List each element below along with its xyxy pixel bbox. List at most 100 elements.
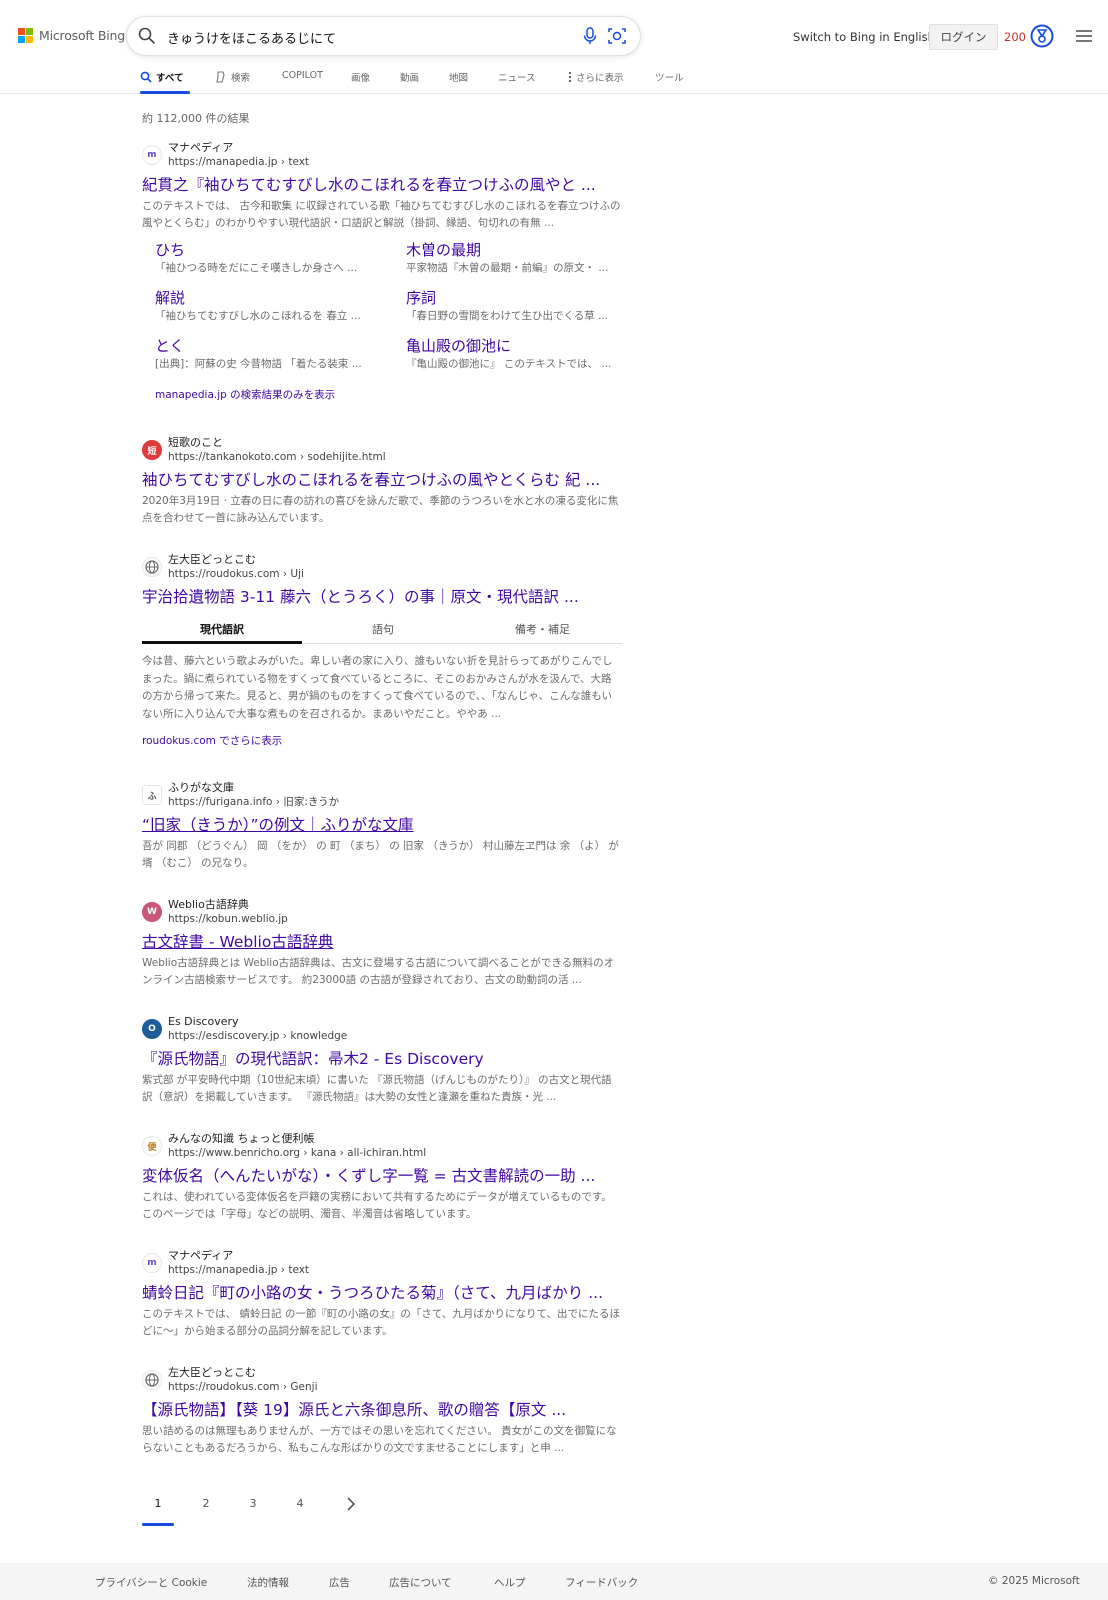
- active-inner-tab-indicator: [142, 641, 302, 644]
- inner-tab-phrases[interactable]: 語句: [372, 621, 394, 637]
- tab-copilot[interactable]: COPILOT: [282, 70, 323, 81]
- deep-link[interactable]: とく [出典]：阿蘇の史 今昔物語 「着たる装束 ...: [155, 336, 375, 373]
- result-source[interactable]: 短 短歌のこと https://tankanokoto.com › sodehi…: [142, 435, 622, 465]
- result-site-name: Weblio古語辞典: [168, 898, 249, 911]
- tab-videos[interactable]: 動画: [400, 70, 419, 84]
- deep-link-snippet: 「袖ひつる時をだにこそ嘆きしか身さへ ...: [155, 262, 358, 274]
- deep-link[interactable]: 亀山殿の御池に 『亀山殿の御池に』 このテキストでは、 ...: [406, 336, 626, 373]
- search-result: 左大臣どっとこむ https://roudokus.com › Uji 宇治拾遺…: [142, 552, 622, 608]
- deep-link-title[interactable]: 解説: [155, 288, 375, 308]
- login-button[interactable]: ログイン: [929, 24, 998, 50]
- footer: プライバシーと Cookie 法的情報 広告 広告について ヘルプ フィードバッ…: [0, 1563, 1108, 1600]
- deep-link-snippet: [出典]：阿蘇の史 今昔物語 「着たる装束 ...: [155, 358, 362, 370]
- show-more-link[interactable]: roudokus.com でさらに表示: [142, 733, 282, 748]
- search-box[interactable]: きゅうけをほこるあるじにて: [127, 17, 640, 55]
- tanka-favicon-icon: 短: [142, 440, 162, 460]
- result-title-link[interactable]: 『源氏物語』の現代語訳：帚木2 - Es Discovery: [142, 1048, 622, 1070]
- result-source[interactable]: 左大臣どっとこむ https://roudokus.com › Uji: [142, 552, 622, 582]
- result-site-name: 左大臣どっとこむ: [168, 1366, 256, 1379]
- inner-tab-notes[interactable]: 備考・補足: [515, 621, 570, 637]
- deep-link[interactable]: ひち 「袖ひつる時をだにこそ嘆きしか身さへ ...: [155, 240, 375, 277]
- globe-glyph: [145, 560, 159, 574]
- chevron-right-icon[interactable]: [345, 1496, 357, 1512]
- tab-tools[interactable]: ツール: [655, 70, 684, 84]
- globe-glyph: [145, 1373, 159, 1387]
- tab-label: 動画: [400, 73, 420, 84]
- result-source[interactable]: 左大臣どっとこむ https://roudokus.com › Genji: [142, 1365, 622, 1395]
- weblio-favicon-icon: W: [142, 902, 162, 922]
- hamburger-menu-icon[interactable]: [1075, 28, 1093, 44]
- footer-privacy-link[interactable]: プライバシーと Cookie: [95, 1575, 207, 1590]
- copilot-icon: [216, 71, 225, 83]
- result-title-link[interactable]: 古文辞書 - Weblio古語辞典: [142, 931, 622, 953]
- search-input[interactable]: きゅうけをほこるあるじにて: [167, 28, 336, 47]
- footer-feedback-link[interactable]: フィードバック: [565, 1575, 638, 1590]
- result-site-name: 左大臣どっとこむ: [168, 553, 256, 566]
- deep-link-title[interactable]: とく: [155, 336, 375, 356]
- switch-language-link[interactable]: Switch to Bing in English: [793, 30, 935, 44]
- result-title-link[interactable]: 宇治拾遺物語 3-11 藤六（とうろく）の事｜原文・現代語訳 ...: [142, 586, 622, 608]
- footer-about-ads-link[interactable]: 広告について: [389, 1575, 452, 1590]
- result-url: https://manapedia.jp › text: [168, 156, 310, 168]
- tab-maps[interactable]: 地図: [449, 70, 468, 84]
- deep-link[interactable]: 序詞 「春日野の雪間をわけて生ひ出でくる草 ...: [406, 288, 626, 325]
- result-url: https://tankanokoto.com › sodehijite.htm…: [168, 451, 386, 463]
- result-url: https://esdiscovery.jp › knowledge: [168, 1030, 348, 1042]
- microphone-icon[interactable]: [580, 26, 600, 46]
- deep-link-title[interactable]: ひち: [155, 240, 375, 260]
- deep-link-snippet: 平家物語『木曽の最期・前編』の原文・ ...: [406, 262, 609, 274]
- result-source[interactable]: O Es Discovery https://esdiscovery.jp › …: [142, 1014, 622, 1044]
- tab-news[interactable]: ニュース: [498, 70, 536, 84]
- search-result: m マナペディア https://manapedia.jp › text 紀貫之…: [142, 140, 622, 232]
- page-1[interactable]: 1: [143, 1497, 173, 1510]
- deep-link[interactable]: 木曽の最期 平家物語『木曽の最期・前編』の原文・ ...: [406, 240, 626, 277]
- search-result: O Es Discovery https://esdiscovery.jp › …: [142, 1014, 622, 1106]
- result-url: https://roudokus.com › Genji: [168, 1381, 318, 1393]
- rewards-points[interactable]: 200: [1004, 30, 1026, 44]
- tab-search[interactable]: 検索: [215, 70, 250, 84]
- result-title-link[interactable]: 【源氏物語】【葵 19】源氏と六条御息所、歌の贈答【原文 ...: [142, 1399, 622, 1421]
- site-only-link[interactable]: manapedia.jp の検索結果のみを表示: [155, 387, 335, 402]
- result-source[interactable]: m マナペディア https://manapedia.jp › text: [142, 140, 622, 170]
- inner-tab-translation[interactable]: 現代語訳: [200, 621, 244, 637]
- result-title-link[interactable]: 袖ひちてむすびし水のこほれるを春立つけふの風やとくらむ 紀 ...: [142, 469, 622, 491]
- deep-link-snippet: 『亀山殿の御池に』 このテキストでは、 ...: [406, 358, 612, 370]
- rewards-medal-icon[interactable]: [1030, 24, 1054, 48]
- result-title-link[interactable]: “旧家（きうか）”の例文｜ふりがな文庫: [142, 814, 622, 836]
- result-title-link[interactable]: 紀貫之『袖ひちてむすびし水のこほれるを春立つけふの風やと ...: [142, 174, 622, 196]
- deep-link-title[interactable]: 亀山殿の御池に: [406, 336, 626, 356]
- result-title-link[interactable]: 蜻蛉日記『町の小路の女・うつろひたる菊』（さて、九月ばかり ...: [142, 1282, 622, 1304]
- result-snippet: 吾が 同郡 （どうぐん） 岡 （をか） の 町 （まち） の 旧家 （きうか） …: [142, 840, 620, 869]
- result-source[interactable]: 便 みんなの知識 ちょっと便利帳 https://www.benricho.or…: [142, 1131, 622, 1161]
- page-4[interactable]: 4: [285, 1497, 315, 1510]
- search-result: W Weblio古語辞典 https://kobun.weblio.jp 古文辞…: [142, 897, 622, 989]
- result-site-name: Es Discovery: [168, 1015, 239, 1028]
- result-title-link[interactable]: 変体仮名（へんたいがな）・くずし字一覧 = 古文書解読の一助 ...: [142, 1165, 622, 1187]
- page-2[interactable]: 2: [191, 1497, 221, 1510]
- tab-label: 地図: [449, 73, 469, 84]
- tab-more[interactable]: さらに表示: [568, 70, 624, 84]
- deep-link-title[interactable]: 序詞: [406, 288, 626, 308]
- search-result: m マナペディア https://manapedia.jp › text 蜻蛉日…: [142, 1248, 622, 1340]
- result-snippet: Weblio古語辞典とは Weblio古語辞典は、古文に登場する古語について調べ…: [142, 957, 615, 986]
- footer-ads-link[interactable]: 広告: [329, 1575, 350, 1590]
- result-source[interactable]: W Weblio古語辞典 https://kobun.weblio.jp: [142, 897, 622, 927]
- tab-all[interactable]: すべて: [140, 70, 183, 84]
- esdiscovery-favicon-icon: O: [142, 1019, 162, 1039]
- visual-search-icon[interactable]: [607, 26, 627, 46]
- page-3[interactable]: 3: [238, 1497, 268, 1510]
- tab-label: COPILOT: [282, 70, 323, 81]
- deep-link-title[interactable]: 木曽の最期: [406, 240, 626, 260]
- deep-link[interactable]: 解説 「袖ひちてむすびし水のこほれるを 春立 ...: [155, 288, 375, 325]
- footer-legal-link[interactable]: 法的情報: [247, 1575, 289, 1590]
- result-source[interactable]: ふ ふりがな文庫 https://furigana.info › 旧家:きうか: [142, 780, 622, 810]
- favicon-letter: 短: [147, 446, 157, 457]
- tab-images[interactable]: 画像: [351, 70, 370, 84]
- favicon-letter: m: [147, 1258, 157, 1268]
- result-site-name: マナペディア: [168, 141, 234, 154]
- search-icon[interactable]: [137, 26, 157, 46]
- logo-text: Microsoft Bing: [39, 28, 125, 43]
- result-source[interactable]: m マナペディア https://manapedia.jp › text: [142, 1248, 622, 1278]
- footer-help-link[interactable]: ヘルプ: [494, 1575, 526, 1590]
- bing-logo[interactable]: Microsoft Bing: [18, 28, 125, 43]
